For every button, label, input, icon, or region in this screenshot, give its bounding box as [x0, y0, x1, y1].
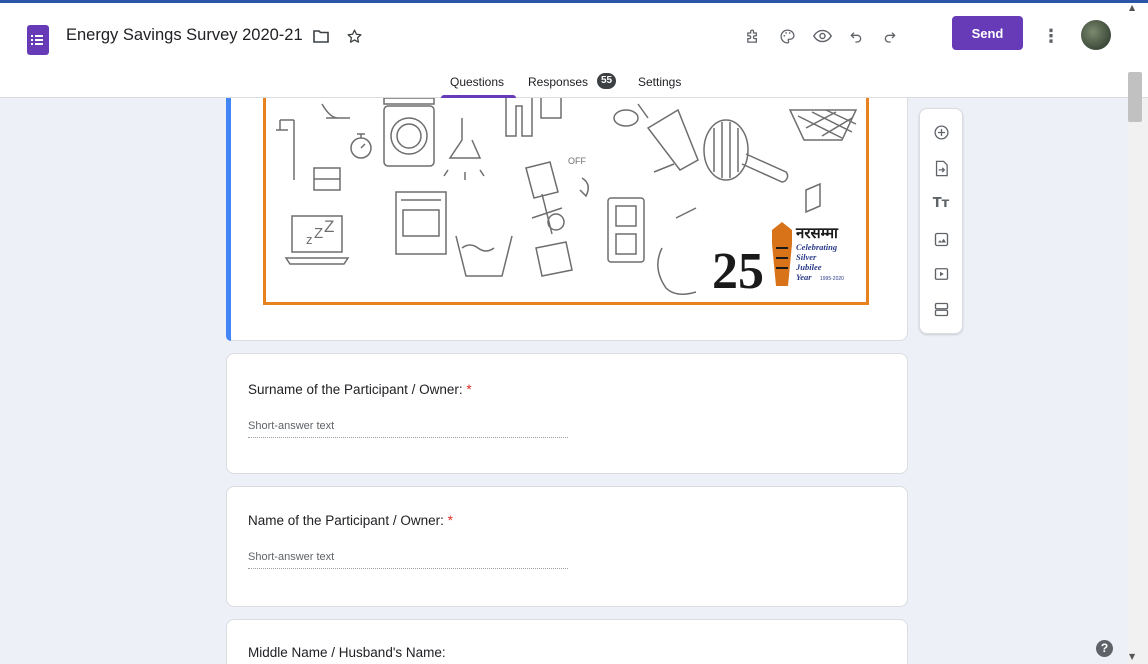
palette-icon[interactable]	[776, 25, 798, 47]
appliance-illustration: zZZ OFF 25 नरसम्मा Celebrating Silver Ju…	[276, 98, 858, 300]
send-button[interactable]: Send	[952, 16, 1023, 50]
header-image-card[interactable]: zZZ OFF 25 नरसम्मा Celebrating Silver Ju…	[226, 98, 908, 341]
tab-responses[interactable]: Responses	[528, 75, 588, 89]
logo-line-jubilee: Jubilee	[795, 262, 822, 272]
selected-card-indicator	[226, 98, 231, 341]
required-asterisk: *	[466, 382, 472, 397]
svg-text:z: z	[306, 232, 313, 247]
off-label: OFF	[568, 156, 586, 166]
question-card[interactable]: Surname of the Participant / Owner: * Sh…	[226, 353, 908, 474]
star-icon[interactable]	[343, 25, 365, 47]
header-banner-image: zZZ OFF 25 नरसम्मा Celebrating Silver Ju…	[263, 98, 869, 305]
scrollbar-track[interactable]	[1128, 98, 1148, 664]
question-title[interactable]: Name of the Participant / Owner: *	[248, 513, 453, 528]
question-title[interactable]: Middle Name / Husband's Name:	[248, 645, 446, 660]
responses-count-badge: 55	[597, 73, 616, 89]
answer-underline	[248, 437, 568, 438]
question-card[interactable]: Name of the Participant / Owner: * Short…	[226, 486, 908, 607]
logo-number: 25	[712, 243, 764, 300]
logo-line-silver: Silver	[796, 252, 817, 262]
form-title[interactable]: Energy Savings Survey 2020-21	[66, 26, 303, 45]
question-title[interactable]: Surname of the Participant / Owner: *	[248, 382, 472, 397]
forms-logo-icon[interactable]	[27, 25, 49, 55]
add-question-icon[interactable]	[931, 122, 951, 142]
add-video-icon[interactable]	[931, 264, 951, 284]
short-answer-placeholder: Short-answer text	[248, 551, 335, 563]
short-answer-placeholder: Short-answer text	[248, 420, 335, 432]
logo-line-celebrating: Celebrating	[796, 242, 838, 252]
addon-icon[interactable]	[742, 25, 764, 47]
scrollbar-thumb[interactable]	[1128, 72, 1142, 122]
logo-devanagari: नरसम्मा	[795, 224, 839, 242]
preview-eye-icon[interactable]	[811, 25, 833, 47]
torch-logo-icon	[772, 222, 792, 286]
add-section-icon[interactable]	[931, 299, 951, 319]
logo-line-year: Year	[796, 272, 812, 282]
tab-questions[interactable]: Questions	[450, 75, 504, 89]
question-title-text: Name of the Participant / Owner:	[248, 513, 444, 528]
form-header: Energy Savings Survey 2020-21 Send ⋮ Que…	[0, 3, 1148, 98]
svg-text:Z: Z	[324, 217, 334, 236]
floating-toolbar: Tт	[919, 108, 963, 334]
add-title-icon[interactable]: Tт	[931, 193, 951, 213]
undo-icon[interactable]	[845, 25, 867, 47]
logo-years: 1995-2020	[820, 276, 844, 282]
scroll-down-arrow-icon[interactable]: ▼	[1129, 652, 1135, 661]
add-image-icon[interactable]	[931, 229, 951, 249]
redo-icon[interactable]	[879, 25, 901, 47]
required-asterisk: *	[447, 513, 453, 528]
folder-icon[interactable]	[310, 25, 332, 47]
svg-text:Z: Z	[314, 225, 323, 242]
tab-settings[interactable]: Settings	[638, 75, 681, 89]
import-questions-icon[interactable]	[931, 158, 951, 178]
answer-underline	[248, 568, 568, 569]
more-vert-icon[interactable]: ⋮	[1040, 25, 1062, 47]
tab-bar: Questions Responses 55 Settings	[0, 70, 1148, 98]
avatar[interactable]	[1081, 20, 1111, 50]
question-card[interactable]: Middle Name / Husband's Name:	[226, 619, 908, 664]
question-title-text: Middle Name / Husband's Name:	[248, 645, 446, 660]
scroll-up-arrow-icon[interactable]: ▲	[1129, 3, 1135, 12]
question-title-text: Surname of the Participant / Owner:	[248, 382, 463, 397]
help-icon[interactable]: ?	[1096, 640, 1113, 657]
